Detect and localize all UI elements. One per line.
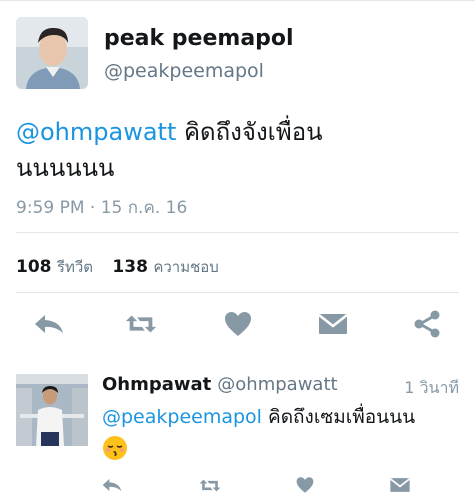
retweet-icon xyxy=(199,479,221,491)
profile-photo xyxy=(16,374,88,446)
reply-handle[interactable]: @ohmpawatt xyxy=(217,374,337,395)
tweet-timestamp[interactable]: 9:59 PM · 15 ก.ค. 16 xyxy=(16,194,187,221)
tweet-text-body: คิดถึงจังเพื่อน xyxy=(176,118,323,146)
retweets-stat[interactable]: 108 รีทวีต xyxy=(16,257,107,277)
mention-link[interactable]: @ohmpawatt xyxy=(16,118,176,146)
reply-display-name[interactable]: Ohmpawat xyxy=(102,374,211,395)
message-icon xyxy=(389,478,411,492)
reply-timestamp[interactable]: 1 วินาที xyxy=(404,376,459,401)
reply-header: Ohmpawat @ohmpawatt xyxy=(102,374,338,395)
retweets-label: รีทวีต xyxy=(56,258,94,276)
reply-icon xyxy=(35,315,63,333)
divider xyxy=(16,292,459,293)
reply-action-bar xyxy=(0,472,475,500)
reply-reply-button[interactable] xyxy=(100,474,124,496)
share-icon xyxy=(414,310,440,338)
divider xyxy=(16,232,459,233)
reply-like-button[interactable] xyxy=(293,474,317,496)
reply-avatar[interactable] xyxy=(16,374,88,446)
reply-tweet[interactable]: Ohmpawat @ohmpawatt 1 วินาที @peakpeemapo… xyxy=(0,356,475,500)
likes-label: ความชอบ xyxy=(153,258,219,276)
heart-icon xyxy=(296,477,314,493)
main-tweet: peak peemapol @peakpeemapol @ohmpawatt ค… xyxy=(0,0,475,355)
reply-message-button[interactable] xyxy=(388,474,412,496)
likes-stat[interactable]: 138 ความชอบ xyxy=(112,257,232,277)
user-handle[interactable]: @peakpeemapol xyxy=(104,60,264,82)
tweet-text: @ohmpawatt คิดถึงจังเพื่อน นนนนนน xyxy=(16,114,456,186)
tweet-text-line2: นนนนนน xyxy=(16,154,115,182)
reply-icon xyxy=(102,479,122,491)
reply-text: @peakpeemapol คิดถึงเซมเพื่อนนน xyxy=(102,402,462,462)
avatar[interactable] xyxy=(16,17,88,89)
tweet-stats: 108 รีทวีต 138 ความชอบ xyxy=(16,255,233,279)
display-name[interactable]: peak peemapol xyxy=(104,26,294,51)
heart-icon xyxy=(225,312,251,336)
profile-photo xyxy=(16,17,88,89)
message-button[interactable] xyxy=(316,309,350,339)
reply-retweet-button[interactable] xyxy=(198,474,222,496)
retweet-icon xyxy=(125,315,157,333)
message-icon xyxy=(318,314,348,334)
reply-mention-link[interactable]: @peakpeemapol xyxy=(102,406,262,428)
like-button[interactable] xyxy=(221,309,255,339)
retweets-count: 108 xyxy=(16,257,52,277)
retweet-button[interactable] xyxy=(124,309,158,339)
reply-button[interactable] xyxy=(32,309,66,339)
action-bar xyxy=(0,305,475,345)
likes-count: 138 xyxy=(112,257,148,277)
kissing-face-emoji xyxy=(103,435,127,460)
share-button[interactable] xyxy=(410,309,444,339)
reply-text-body: คิดถึงเซมเพื่อนนน xyxy=(261,406,416,428)
